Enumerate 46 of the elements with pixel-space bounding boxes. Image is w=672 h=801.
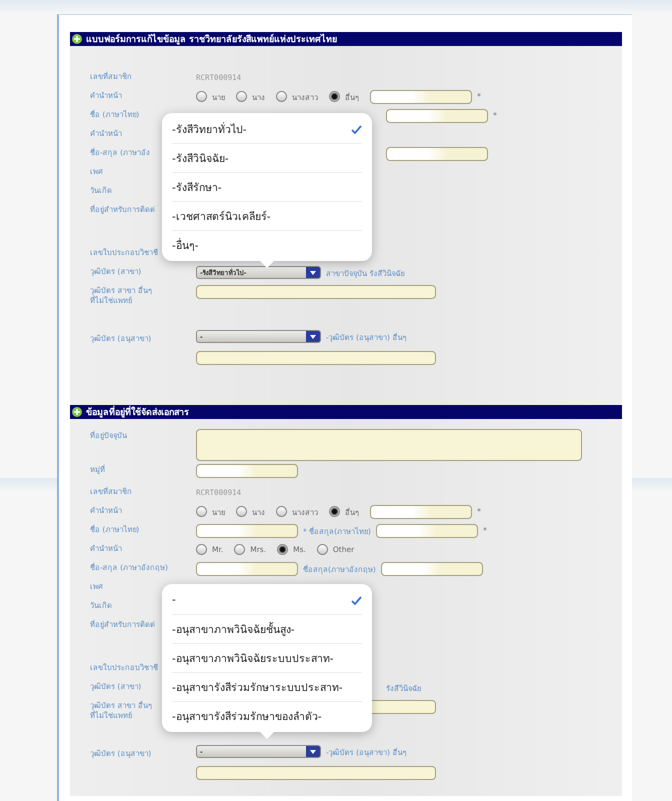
required-mark: * [483, 526, 487, 535]
dropdown-option[interactable]: -รังสีวินิจฉัย- [172, 144, 362, 173]
dropdown-option[interactable]: -รังสีวิทยาทั่วไป- [172, 115, 362, 144]
section-header: ข้อมูลที่อยู่ที่ใช้จัดส่งเอกสาร [70, 405, 622, 419]
dropdown-option[interactable]: -อนุสาขาภาพวินิจฉัยระบบประสาท- [172, 644, 362, 673]
dropdown-option[interactable]: - [172, 586, 362, 615]
input-field[interactable] [386, 146, 488, 160]
textarea-field[interactable] [196, 429, 582, 461]
required-mark: * [477, 507, 481, 516]
radio-button[interactable] [234, 544, 246, 555]
dropdown-option[interactable]: -เวชศาสตร์นิวเคลียร์- [172, 202, 362, 231]
radio-button[interactable] [236, 506, 247, 517]
input-field[interactable] [370, 504, 472, 518]
caret-icon [306, 746, 320, 757]
caret-icon [306, 331, 320, 342]
input-field[interactable] [196, 766, 436, 780]
radio-button[interactable] [276, 506, 287, 517]
input-field[interactable] [196, 284, 436, 298]
dropdown-option[interactable]: -รังสีรักษา- [172, 173, 362, 202]
dropdown-option[interactable]: -อนุสาขารังสีร่วมรักษาของลำตัว- [172, 702, 362, 730]
caret-icon [306, 267, 320, 278]
required-mark: * [477, 92, 481, 101]
dropdown-option[interactable]: -อนุสาขารังสีร่วมรักษาระบบประสาท- [172, 673, 362, 702]
plus-circle-icon [72, 407, 82, 417]
input-field[interactable] [376, 524, 478, 538]
dropdown-option[interactable]: -อื่นๆ- [172, 231, 362, 259]
radio-button[interactable] [277, 544, 288, 555]
radio-button[interactable] [196, 506, 207, 517]
radio-button[interactable] [236, 91, 247, 102]
input-field[interactable] [196, 524, 298, 538]
radio-button[interactable] [196, 544, 207, 555]
section-header: แบบฟอร์มการแก้ไขข้อมูล ราชวิทยาลัยรังสีแพทย์แห่งประเทศไทย [70, 32, 622, 46]
radio-button[interactable] [276, 91, 287, 102]
input-field[interactable] [386, 108, 488, 122]
input-field[interactable] [196, 562, 298, 576]
required-mark: * [493, 111, 497, 120]
radio-button[interactable] [316, 544, 328, 555]
input-field[interactable] [196, 464, 298, 478]
input-field[interactable] [196, 351, 436, 365]
input-field[interactable] [370, 90, 472, 104]
dropdown-option[interactable]: -อนุสาขาภาพวินิจฉัยชั้นสูง- [172, 615, 362, 644]
radio-button[interactable] [329, 506, 340, 517]
plus-circle-icon [72, 34, 82, 44]
radio-button[interactable] [329, 91, 340, 102]
radio-button[interactable] [196, 91, 207, 102]
input-field[interactable] [380, 562, 483, 576]
